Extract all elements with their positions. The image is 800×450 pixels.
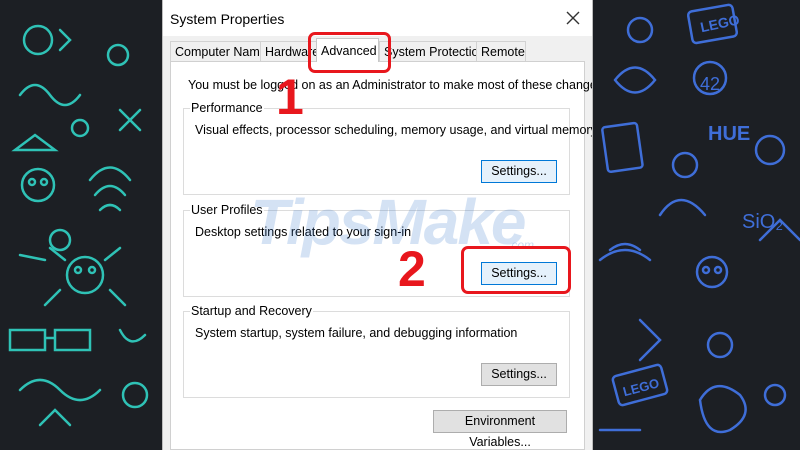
tab-advanced[interactable]: Advanced [316,38,379,62]
svg-text:HUE: HUE [708,123,750,145]
performance-description: Visual effects, processor scheduling, me… [195,123,593,137]
tab-remote[interactable]: Remote [476,41,526,61]
svg-text:LEGO: LEGO [699,11,741,35]
step2-highlight [461,246,571,294]
svg-text:42: 42 [700,74,720,94]
admin-note: You must be logged on as an Administrato… [188,78,593,92]
tab-strip: Computer Name Hardware Advanced System P… [163,36,592,62]
performance-settings-button[interactable]: Settings... [481,160,557,183]
window-title: System Properties [170,11,285,27]
startup-recovery-settings-button[interactable]: Settings... [481,363,557,386]
svg-text:SiO₂: SiO₂ [742,211,783,233]
svg-text:LEGO: LEGO [621,375,660,399]
title-bar: System Properties [163,0,592,36]
tab-system-protection[interactable]: System Protection [379,41,485,61]
close-icon [566,11,580,25]
performance-title: Performance [190,101,264,115]
tab-computer-name[interactable]: Computer Name [170,41,267,61]
step2-number: 2 [398,241,426,297]
step1-number: 1 [276,69,304,125]
startup-recovery-group: Startup and Recovery System startup, sys… [183,304,570,398]
close-button[interactable] [562,7,584,29]
startup-recovery-title: Startup and Recovery [190,304,313,318]
environment-variables-button[interactable]: Environment Variables... [433,410,567,449]
startup-recovery-description: System startup, system failure, and debu… [195,326,518,340]
performance-group: Performance Visual effects, processor sc… [183,101,592,195]
